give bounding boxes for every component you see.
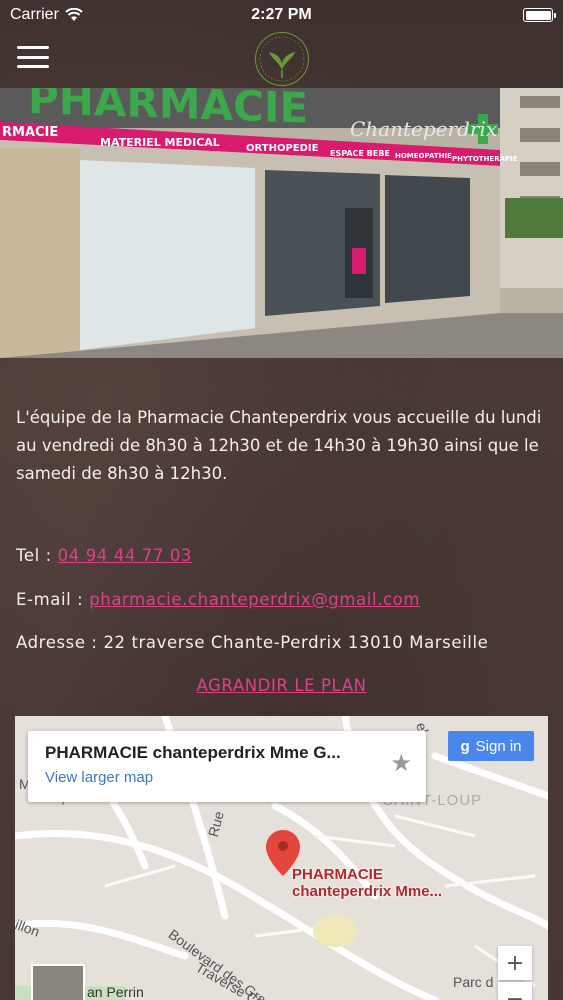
google-plus-icon: g [460, 737, 470, 755]
sign-in-label: Sign in [475, 737, 522, 755]
map-pin-label[interactable]: PHARMACIE chanteperdrix Mme... [292, 866, 442, 900]
map-info-card: PHARMACIE chanteperdrix Mme G... View la… [28, 731, 426, 802]
map-label-parc: Parc d [453, 974, 494, 990]
view-larger-map-link[interactable]: View larger map [45, 769, 409, 786]
nav-bar [0, 30, 563, 88]
pin-label-line1: PHARMACIE [292, 866, 383, 883]
map-label-perrin: an Perrin [87, 984, 144, 1000]
enlarge-map-link[interactable]: AGRANDIR LE PLAN [0, 676, 563, 695]
status-bar: Carrier 2:27 PM [0, 0, 563, 30]
sign-script-text: Chanteperdrix [350, 117, 497, 141]
email-label: E-mail : [16, 590, 90, 609]
sign-in-button[interactable]: g Sign in [448, 731, 534, 761]
banner-item: MATERIEL MEDICAL [100, 136, 220, 149]
email-link[interactable]: pharmacie.chanteperdrix@gmail.com [89, 590, 420, 609]
zoom-out-button[interactable]: − [498, 982, 532, 1000]
tel-label: Tel : [16, 546, 58, 565]
wifi-icon [65, 8, 83, 21]
carrier-label: Carrier [10, 6, 59, 23]
address-label: Adresse : [16, 633, 104, 652]
banner-item: PHYTOTHERAPIE [452, 155, 518, 163]
pharmacy-logo [254, 32, 309, 86]
pin-label-line2: chanteperdrix Mme... [292, 883, 443, 900]
zoom-in-button[interactable]: + [498, 946, 532, 980]
email-row: E-mail : pharmacie.chanteperdrix@gmail.c… [16, 590, 547, 609]
logo-leaf-icon [259, 36, 304, 82]
tel-row: Tel : 04 94 44 77 03 [16, 546, 547, 565]
banner-item: ESPACE BEBE [330, 149, 390, 158]
storefront-illustration: PHARMACIE Chanteperdrix RMACIE MATERIEL … [0, 88, 563, 358]
map-thumbnail[interactable] [31, 964, 85, 1000]
menu-icon[interactable] [17, 44, 49, 70]
address-row: Adresse : 22 traverse Chante-Perdrix 130… [16, 633, 547, 652]
status-left: Carrier [10, 6, 83, 24]
star-icon[interactable]: ★ [390, 749, 412, 777]
storefront-image: PHARMACIE Chanteperdrix RMACIE MATERIEL … [0, 88, 563, 358]
banner-item: HOMEOPATHIE [395, 152, 452, 160]
address-value: 22 traverse Chante-Perdrix 13010 Marseil… [103, 633, 489, 652]
map-card-title: PHARMACIE chanteperdrix Mme G... [45, 743, 341, 762]
banner-item: ORTHOPEDIE [246, 143, 319, 154]
status-time: 2:27 PM [251, 6, 312, 23]
intro-paragraph: L'équipe de la Pharmacie Chanteperdrix v… [16, 408, 542, 483]
google-map[interactable]: SAINT-LOUP Rue Boulevard des Grands Pins… [15, 716, 548, 1000]
battery-icon [523, 8, 556, 22]
tel-link[interactable]: 04 94 44 77 03 [58, 546, 192, 565]
banner-item: RMACIE [2, 125, 58, 140]
